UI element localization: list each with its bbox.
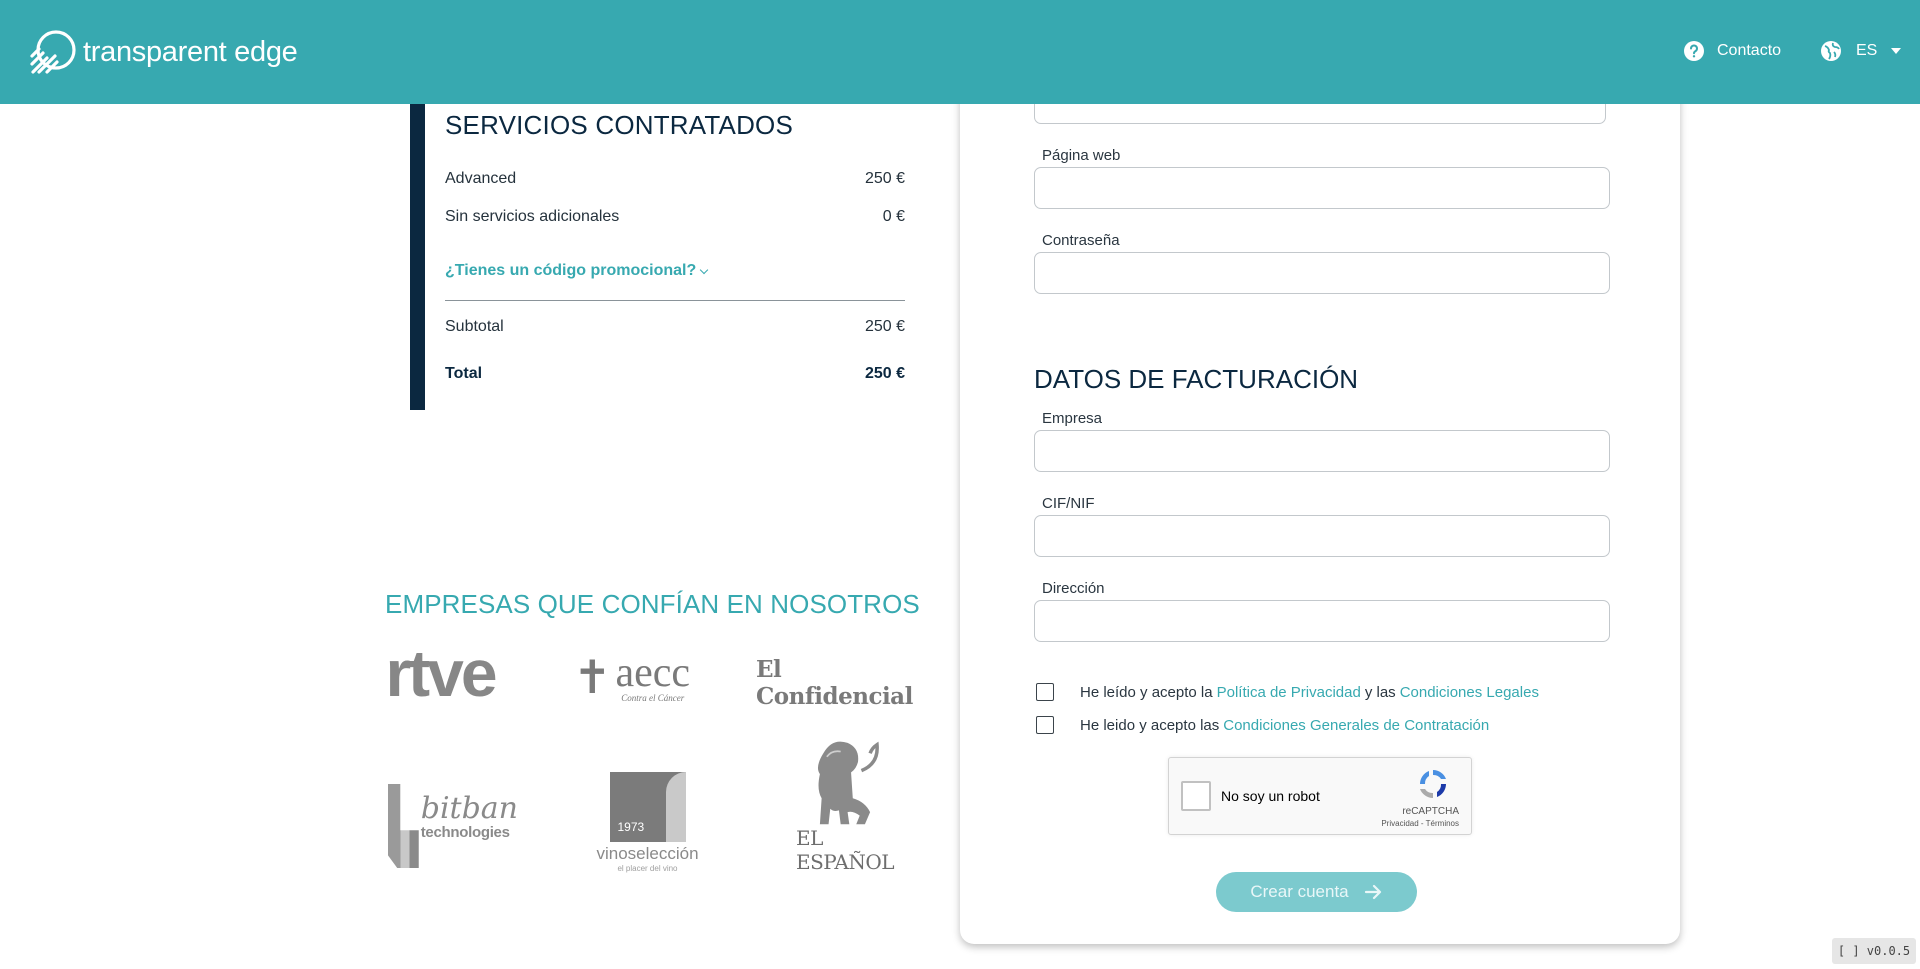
order-summary: SERVICIOS CONTRATADOS Advanced 250 € Sin… xyxy=(410,104,906,410)
bitban-subtitle: technologies xyxy=(420,823,510,841)
address-input[interactable] xyxy=(1034,600,1610,642)
bitban-mark-icon xyxy=(388,784,419,868)
el-confidencial-logo: El Confidencial xyxy=(756,656,913,710)
billing-title: DATOS DE FACTURACIÓN xyxy=(1034,364,1359,394)
brand-logo[interactable]: transparent edge xyxy=(29,28,298,76)
promo-code-toggle[interactable]: ¿Tienes un código promocional? xyxy=(445,262,709,280)
aecc-subtitle: Contra el Cáncer xyxy=(621,692,685,703)
aecc-word: aecc xyxy=(615,649,691,696)
language-code: ES xyxy=(1856,42,1878,59)
line-label: Sin servicios adicionales xyxy=(445,208,620,225)
privacy-checkbox[interactable] xyxy=(1036,683,1054,701)
recaptcha-label: No soy un robot xyxy=(1221,788,1320,804)
website-input[interactable] xyxy=(1034,167,1610,209)
vino-subtitle: el placer del vino xyxy=(617,863,678,873)
vino-year: 1973 xyxy=(617,819,645,834)
privacy-prefix: He leído y acepto la xyxy=(1080,683,1213,701)
line-price: 250 € xyxy=(864,170,905,187)
summary-accent-bar xyxy=(410,104,425,410)
summary-divider xyxy=(445,300,905,301)
vino-word: vinoselección xyxy=(596,843,699,863)
create-account-label: Crear cuenta xyxy=(1250,882,1349,901)
terms-prefix: He leido y acepto las xyxy=(1080,716,1220,734)
legal-conditions-link[interactable]: Condiciones Legales xyxy=(1400,684,1539,701)
version-badge: [ ] v0.0.5 xyxy=(1832,938,1916,964)
companies-title: EMPRESAS QUE CONFÍAN EN NOSOTROS xyxy=(385,589,920,619)
website-label: Página web xyxy=(1042,147,1121,164)
language-selector[interactable]: ES xyxy=(1820,40,1902,62)
summary-line-plan: Advanced 250 € xyxy=(445,170,905,188)
chevron-down-icon xyxy=(700,265,709,274)
recaptcha-links[interactable]: Privacidad - Términos xyxy=(1381,819,1459,828)
globe-icon xyxy=(1821,41,1841,61)
recaptcha-logo-icon xyxy=(1420,770,1446,798)
cif-input[interactable] xyxy=(1034,515,1610,557)
help-circle-icon xyxy=(1684,41,1704,61)
privacy-consent: He leído y acepto la Política de Privaci… xyxy=(1036,683,1543,701)
cif-label: CIF/NIF xyxy=(1042,495,1095,512)
company-label: Empresa xyxy=(1042,410,1103,427)
create-account-button[interactable]: Crear cuenta xyxy=(1216,872,1417,912)
bitban-word: bitban xyxy=(420,790,518,826)
terms-checkbox[interactable] xyxy=(1036,716,1054,734)
el-espanol-logo: EL ESPAÑOL xyxy=(795,736,895,874)
password-input[interactable] xyxy=(1034,252,1610,294)
summary-title: SERVICIOS CONTRATADOS xyxy=(445,110,794,140)
total-label: Total xyxy=(445,365,483,382)
contact-link[interactable]: Contacto xyxy=(1683,40,1781,62)
promo-label: ¿Tienes un código promocional? xyxy=(445,262,697,279)
cross-icon: ✝ xyxy=(572,651,612,703)
address-label: Dirección xyxy=(1042,580,1105,597)
subtotal-value: 250 € xyxy=(864,318,905,335)
rtve-logo: rtve xyxy=(385,636,497,710)
top-header: transparent edge Contacto ES xyxy=(0,0,1920,104)
terms-link[interactable]: Condiciones Generales de Contratación xyxy=(1223,717,1489,734)
recaptcha-checkbox[interactable] xyxy=(1181,781,1211,811)
password-label: Contraseña xyxy=(1042,232,1120,249)
recaptcha-widget: No soy un robot reCAPTCHA Privacidad - T… xyxy=(1168,757,1472,835)
bitban-logo: bitban technologies xyxy=(388,782,518,870)
line-price: 0 € xyxy=(882,208,905,225)
subtotal-label: Subtotal xyxy=(445,318,504,335)
recaptcha-brand: reCAPTCHA xyxy=(1402,806,1459,817)
company-input[interactable] xyxy=(1034,430,1610,472)
summary-subtotal: Subtotal 250 € xyxy=(445,318,905,336)
vino-mark-icon: 1973 xyxy=(609,771,686,842)
summary-line-addons: Sin servicios adicionales 0 € xyxy=(445,208,905,226)
vinoseleccion-logo: 1973 vinoselección el placer del vino xyxy=(590,770,705,874)
privacy-middle: y las xyxy=(1364,683,1396,701)
caret-down-icon xyxy=(1891,48,1902,54)
el-espanol-word: EL ESPAÑOL xyxy=(795,826,895,874)
total-value: 250 € xyxy=(864,365,905,382)
lion-icon xyxy=(817,741,879,825)
line-label: Advanced xyxy=(445,170,517,187)
arrow-right-icon xyxy=(1364,884,1381,900)
contact-label: Contacto xyxy=(1717,42,1782,59)
terms-consent: He leido y acepto las Condiciones Genera… xyxy=(1036,716,1493,734)
privacy-policy-link[interactable]: Política de Privacidad xyxy=(1217,684,1361,701)
summary-total: Total 250 € xyxy=(445,365,905,383)
transparent-edge-logo-icon xyxy=(30,30,76,74)
brand-name: transparent edge xyxy=(83,35,298,68)
aecc-logo: ✝ aecc Contra el Cáncer xyxy=(559,646,704,708)
